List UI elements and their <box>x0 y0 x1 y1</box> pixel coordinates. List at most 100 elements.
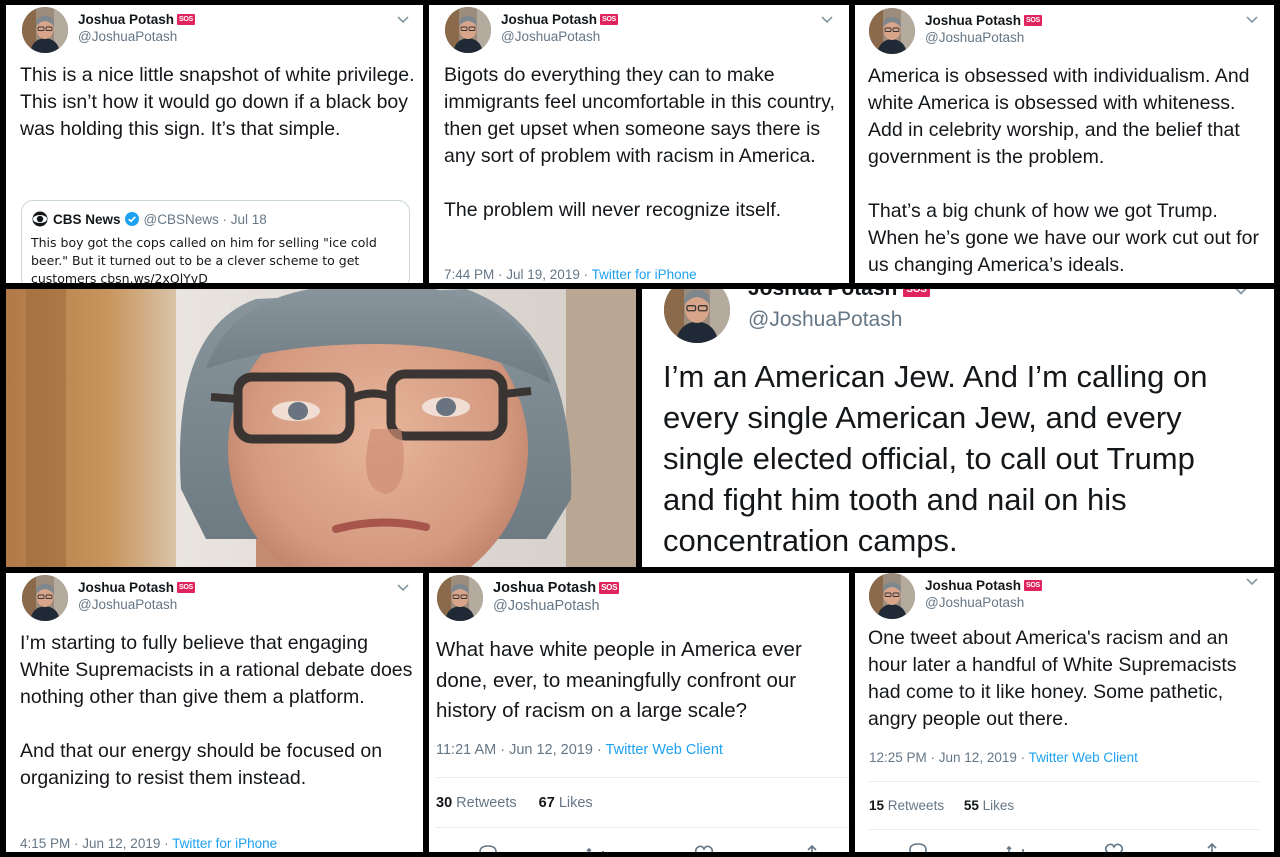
tweet-card-4: Joshua Potash SOS @JoshuaPotash I’m an Am… <box>642 289 1274 567</box>
avatar[interactable] <box>869 573 915 619</box>
source-app-link[interactable]: Twitter Web Client <box>1029 750 1138 765</box>
tweet-card-2: Joshua Potash SOS @JoshuaPotash Bigots do… <box>429 5 849 283</box>
author-handle[interactable]: @JoshuaPotash <box>748 308 930 332</box>
tweet-stats: 15 Retweets 55 Likes <box>869 798 1014 813</box>
tweet-header: Joshua PotashSOS @JoshuaPotash <box>22 575 195 621</box>
avatar[interactable] <box>437 575 483 621</box>
chevron-down-icon[interactable] <box>1232 289 1250 297</box>
retweet-count-value: 15 <box>869 798 885 813</box>
timestamp-text[interactable]: 11:21 AM · Jun 12, 2019 · <box>436 742 606 758</box>
tweet-text: I’m starting to fully believe that engag… <box>20 632 413 789</box>
divider <box>436 827 849 828</box>
cbs-logo-icon <box>32 211 48 227</box>
sos-badge: SOS <box>177 14 195 25</box>
tweet-header: Joshua PotashSOS @JoshuaPotash <box>437 575 620 621</box>
chevron-down-icon[interactable] <box>1245 577 1259 587</box>
retweet-label: Retweets <box>887 798 945 813</box>
author-handle[interactable]: @JoshuaPotash <box>925 595 1042 610</box>
timestamp-text[interactable]: 12:25 PM · Jun 12, 2019 · <box>869 750 1029 765</box>
tweet-text: Bigots do everything they can to make im… <box>444 64 835 221</box>
tweet-text: America is obsessed with individualism. … <box>868 65 1259 276</box>
tweet-timestamp: 11:21 AM · Jun 12, 2019 · Twitter Web Cl… <box>436 742 723 758</box>
author-handle[interactable]: @JoshuaPotash <box>493 598 619 614</box>
author-name[interactable]: Joshua PotashSOS <box>78 12 195 27</box>
retweet-count[interactable]: 30 Retweets <box>436 795 517 811</box>
tweet-card-1: Joshua Potash SOS @JoshuaPotash This is a… <box>6 5 423 283</box>
tweet-timestamp: 7:44 PM · Jul 19, 2019 · Twitter for iPh… <box>444 267 697 282</box>
retweet-label: Retweets <box>456 795 517 811</box>
retweet-icon[interactable] <box>1005 841 1027 852</box>
quoted-tweet[interactable]: CBS News @CBSNews · Jul 18 This boy got … <box>21 200 410 283</box>
profile-photo <box>6 289 636 567</box>
like-count[interactable]: 67 Likes <box>539 795 593 811</box>
tweet-header: Joshua Potash SOS @JoshuaPotash <box>664 289 930 343</box>
chevron-down-icon[interactable] <box>1245 15 1259 25</box>
sos-badge: SOS <box>903 289 930 297</box>
tweet-text: What have white people in America ever d… <box>436 638 802 722</box>
divider <box>436 777 849 778</box>
source-app-link[interactable]: Twitter for iPhone <box>172 836 277 851</box>
author-name-text: Joshua Potash <box>493 580 597 596</box>
author-handle[interactable]: @JoshuaPotash <box>78 597 195 612</box>
retweet-icon[interactable] <box>585 843 607 852</box>
author-name[interactable]: Joshua PotashSOS <box>78 580 195 595</box>
tweet-header: Joshua PotashSOS @JoshuaPotash <box>869 573 1042 619</box>
like-label: Likes <box>982 798 1015 813</box>
portrait-photo <box>6 289 636 567</box>
sos-badge: SOS <box>600 14 618 25</box>
reply-icon[interactable] <box>907 841 929 852</box>
author-name[interactable]: Joshua PotashSOS <box>925 578 1042 593</box>
tweet-text: One tweet about America's racism and an … <box>868 627 1237 730</box>
chevron-down-icon[interactable] <box>820 15 834 25</box>
like-icon[interactable] <box>693 843 715 852</box>
author-name[interactable]: Joshua Potash SOS <box>748 289 930 301</box>
divider <box>869 781 1259 782</box>
author-name[interactable]: Joshua PotashSOS <box>925 13 1042 28</box>
author-name-text: Joshua Potash <box>78 580 175 595</box>
tweet-header: Joshua PotashSOS @JoshuaPotash <box>445 7 618 53</box>
source-app-link[interactable]: Twitter Web Client <box>606 742 723 758</box>
author-handle[interactable]: @JoshuaPotash <box>925 30 1042 45</box>
tweet-header: Joshua PotashSOS @JoshuaPotash <box>869 8 1042 54</box>
tweet-header: Joshua PotashSOS @JoshuaPotash <box>22 7 195 53</box>
tweet-card-7: Joshua Potash SOS @JoshuaPotash One tweet… <box>855 573 1274 852</box>
author-name[interactable]: Joshua PotashSOS <box>493 580 620 596</box>
tweet-timestamp: 12:25 PM · Jun 12, 2019 · Twitter Web Cl… <box>869 750 1138 765</box>
divider <box>869 829 1259 830</box>
chevron-down-icon[interactable] <box>396 583 410 593</box>
share-icon[interactable] <box>801 843 823 852</box>
author-handle[interactable]: @JoshuaPotash <box>78 29 195 44</box>
avatar[interactable] <box>22 7 68 53</box>
avatar[interactable] <box>445 7 491 53</box>
author-handle[interactable]: @JoshuaPotash <box>501 29 618 44</box>
reply-icon[interactable] <box>477 843 499 852</box>
timestamp-text[interactable]: 4:15 PM · Jun 12, 2019 · <box>20 836 172 851</box>
author-name-text: Joshua Potash <box>925 13 1022 28</box>
share-icon[interactable] <box>1201 841 1223 852</box>
like-count[interactable]: 55 Likes <box>964 798 1014 813</box>
tweet-text: This is a nice little snapshot of white … <box>20 64 415 140</box>
author-name[interactable]: Joshua PotashSOS <box>501 12 618 27</box>
source-app-link[interactable]: Twitter for iPhone <box>592 267 697 282</box>
timestamp-text[interactable]: 7:44 PM · Jul 19, 2019 · <box>444 267 592 282</box>
quote-author-name: CBS News <box>53 211 121 227</box>
retweet-count-value: 30 <box>436 795 453 811</box>
like-icon[interactable] <box>1103 841 1125 852</box>
avatar[interactable] <box>22 575 68 621</box>
tweet-text: I’m an American Jew. And I’m calling on … <box>663 359 1208 558</box>
like-count-value: 55 <box>963 798 979 813</box>
verified-icon <box>124 212 139 226</box>
author-name-text: Joshua Potash <box>748 289 897 301</box>
tweet-card-3: Joshua Potash SOS @JoshuaPotash America i… <box>855 5 1274 283</box>
avatar[interactable] <box>869 8 915 54</box>
retweet-count[interactable]: 15 Retweets <box>869 798 944 813</box>
tweet-card-6: Joshua Potash SOS @JoshuaPotash What have… <box>429 573 849 852</box>
quote-text: This boy got the cops called on him for … <box>31 235 377 283</box>
chevron-down-icon[interactable] <box>396 15 410 25</box>
author-name-text: Joshua Potash <box>78 12 175 27</box>
like-count-value: 67 <box>538 795 555 811</box>
tweet-timestamp: 4:15 PM · Jun 12, 2019 · Twitter for iPh… <box>20 836 277 851</box>
sos-badge: SOS <box>1024 580 1042 591</box>
avatar[interactable] <box>664 289 730 343</box>
author-name-text: Joshua Potash <box>925 578 1022 593</box>
